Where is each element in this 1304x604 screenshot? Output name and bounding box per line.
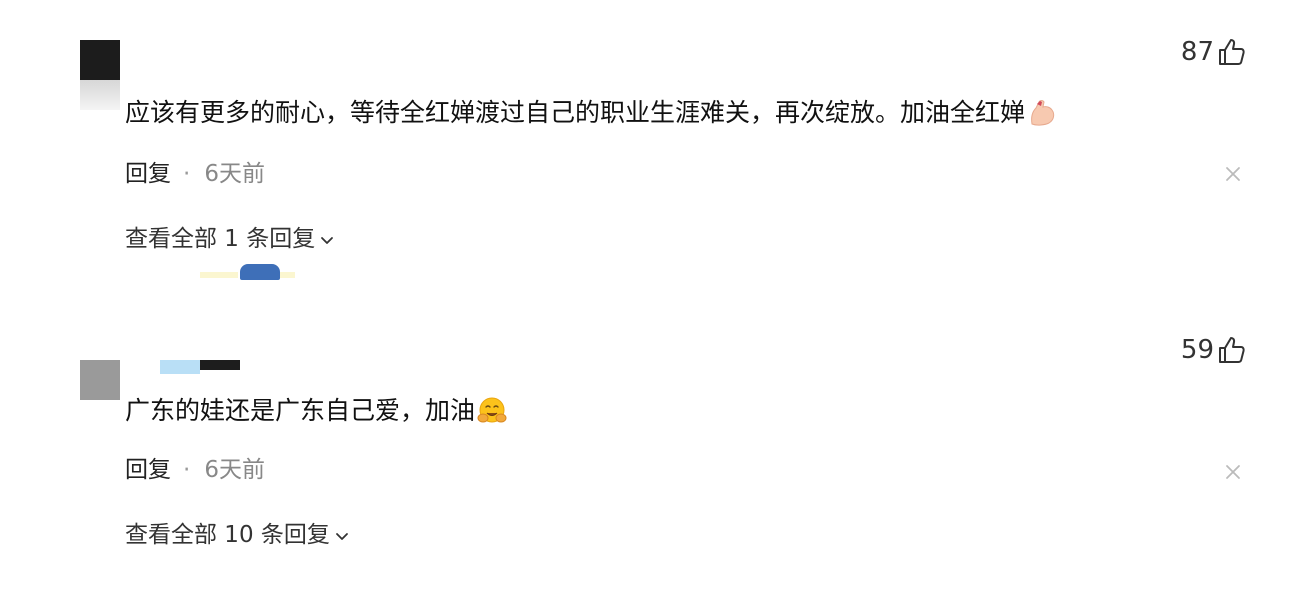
comment-meta: 回复 · 6天前 — [125, 159, 265, 189]
comment-item: 59 广东的娃还是广东自己爱，加油 回复 · 6天前 查看全部 10 条回复 — [0, 300, 1304, 604]
chevron-down-icon — [321, 237, 334, 244]
thumbs-up-icon — [1219, 39, 1245, 65]
avatar[interactable] — [80, 360, 120, 430]
view-all-replies-button[interactable]: 查看全部 1 条回复 — [125, 224, 335, 254]
comment-meta: 回复 · 6天前 — [125, 455, 265, 485]
thumbs-up-icon — [1219, 337, 1245, 363]
redacted-avatar-preview — [200, 262, 295, 280]
flexed-biceps-icon — [1031, 100, 1055, 126]
reply-button[interactable]: 回复 — [125, 455, 171, 485]
hugging-face-icon — [477, 397, 507, 423]
comment-time: 6天前 — [204, 457, 265, 483]
avatar[interactable] — [80, 40, 120, 110]
comment-text: 应该有更多的耐心，等待全红婵渡过自己的职业生涯难关，再次绽放。加油全红婵 — [125, 96, 1057, 130]
view-all-label: 查看全部 1 条回复 — [125, 226, 316, 252]
comment-item: 87 应该有更多的耐心，等待全红婵渡过自己的职业生涯难关，再次绽放。加油全红婵 … — [0, 0, 1304, 300]
like-count: 87 — [1180, 37, 1214, 67]
meta-separator: · — [183, 161, 191, 187]
close-icon[interactable] — [1224, 165, 1242, 183]
comment-text: 广东的娃还是广东自己爱，加油 — [125, 394, 507, 428]
comment-body: 应该有更多的耐心，等待全红婵渡过自己的职业生涯难关，再次绽放。加油全红婵 — [125, 98, 1026, 127]
reply-button[interactable]: 回复 — [125, 159, 171, 189]
close-icon[interactable] — [1224, 463, 1242, 481]
like-button[interactable]: 59 — [1181, 334, 1248, 366]
chevron-down-icon — [335, 533, 348, 540]
username[interactable] — [160, 360, 240, 374]
meta-separator: · — [183, 457, 191, 483]
like-count: 59 — [1180, 335, 1214, 365]
like-button[interactable]: 87 — [1181, 36, 1248, 68]
view-all-label: 查看全部 10 条回复 — [125, 522, 330, 548]
comment-body: 广东的娃还是广东自己爱，加油 — [125, 396, 476, 425]
comment-list: 87 应该有更多的耐心，等待全红婵渡过自己的职业生涯难关，再次绽放。加油全红婵 … — [0, 0, 1304, 604]
comment-time: 6天前 — [204, 161, 265, 187]
view-all-replies-button[interactable]: 查看全部 10 条回复 — [125, 520, 350, 550]
